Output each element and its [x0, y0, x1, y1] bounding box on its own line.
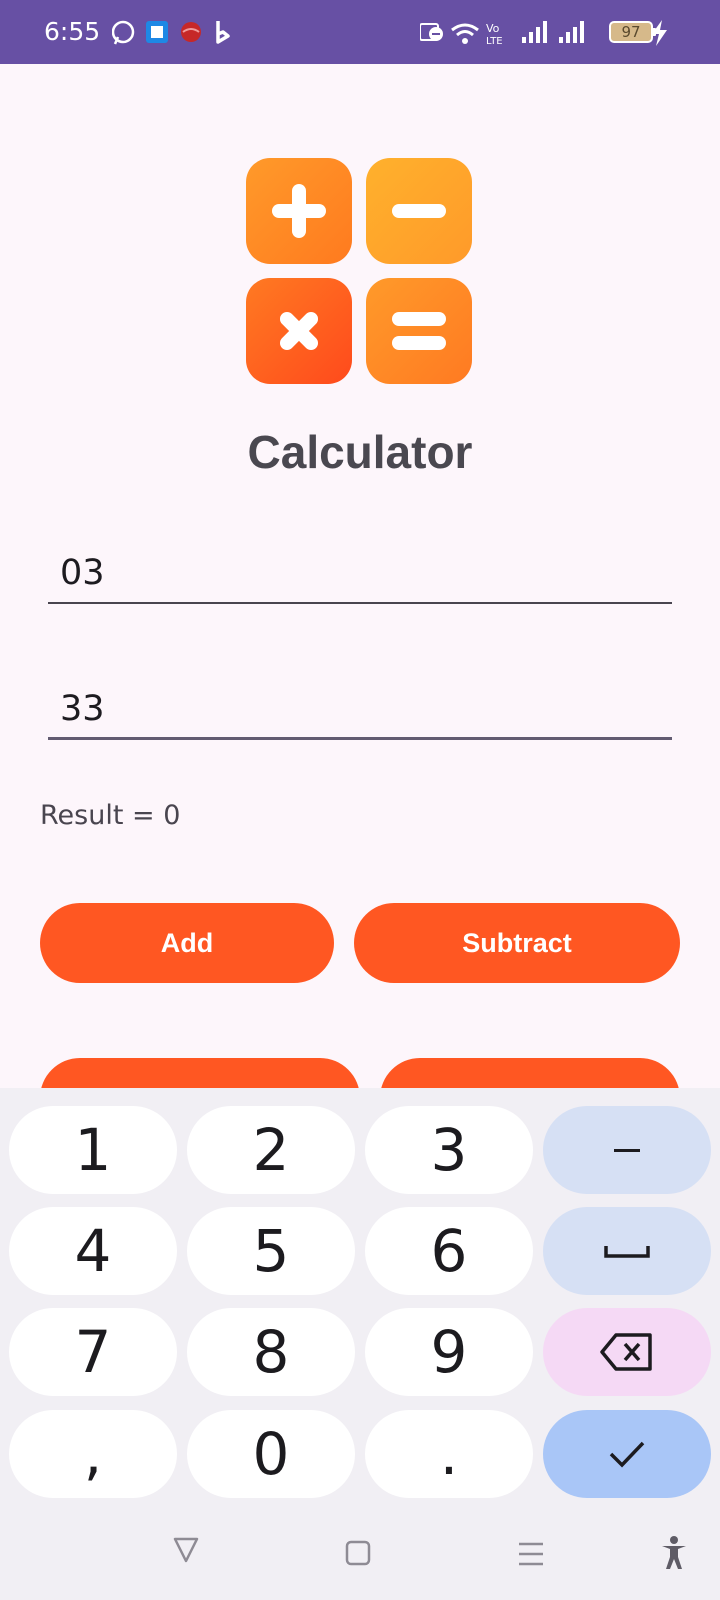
key-done[interactable]	[543, 1410, 711, 1498]
bing-icon	[216, 21, 230, 44]
backspace-icon	[600, 1333, 652, 1371]
minus-icon	[366, 158, 472, 264]
key-0[interactable]: 0	[187, 1410, 355, 1498]
key-period[interactable]: .	[365, 1410, 533, 1498]
subtract-button[interactable]: Subtract	[354, 903, 680, 983]
key-2[interactable]: 2	[187, 1106, 355, 1194]
chrome-icon	[181, 22, 201, 42]
key-4[interactable]: 4	[9, 1207, 177, 1295]
volte-icon: Vo LTE	[486, 22, 503, 47]
key-8[interactable]: 8	[187, 1308, 355, 1396]
signal-icon	[522, 21, 547, 43]
status-notification-icons	[112, 20, 230, 45]
do-not-disturb-icon	[420, 23, 443, 41]
result-text: Result = 0	[40, 800, 181, 831]
outlook-icon	[146, 21, 168, 43]
recents-icon[interactable]	[517, 1541, 545, 1567]
wifi-icon	[451, 23, 479, 44]
key-space[interactable]	[543, 1207, 711, 1295]
equals-icon	[366, 278, 472, 384]
key-9[interactable]: 9	[365, 1308, 533, 1396]
key-6[interactable]: 6	[365, 1207, 533, 1295]
app-title: Calculator	[247, 426, 473, 478]
second-number-field[interactable]	[48, 680, 672, 740]
battery-icon: 97	[609, 21, 653, 43]
add-button[interactable]: Add	[40, 903, 334, 983]
key-comma[interactable]: ,	[9, 1410, 177, 1498]
key-minus[interactable]	[543, 1106, 711, 1194]
second-number-input[interactable]	[48, 680, 672, 737]
first-number-input[interactable]	[48, 544, 672, 602]
home-icon[interactable]	[345, 1540, 371, 1566]
back-icon[interactable]	[172, 1536, 200, 1564]
status-bar: 6:55 Vo LTE 97	[0, 0, 720, 64]
status-time: 6:55	[44, 17, 101, 46]
svg-text:Vo: Vo	[486, 22, 500, 35]
key-5[interactable]: 5	[187, 1207, 355, 1295]
space-icon	[604, 1246, 650, 1258]
signal-icon	[559, 21, 584, 43]
key-3[interactable]: 3	[365, 1106, 533, 1194]
whatsapp-icon	[112, 20, 135, 45]
key-7[interactable]: 7	[9, 1308, 177, 1396]
key-backspace[interactable]	[543, 1308, 711, 1396]
key-1[interactable]: 1	[9, 1106, 177, 1194]
svg-text:LTE: LTE	[486, 36, 503, 47]
plus-icon	[246, 158, 352, 264]
calculator-logo	[246, 158, 472, 384]
battery-tip	[652, 28, 656, 36]
multiply-icon	[246, 278, 352, 384]
minus-key-icon	[614, 1149, 640, 1152]
first-number-field[interactable]	[48, 544, 672, 604]
accessibility-icon[interactable]	[660, 1535, 688, 1571]
checkmark-icon	[609, 1441, 645, 1468]
